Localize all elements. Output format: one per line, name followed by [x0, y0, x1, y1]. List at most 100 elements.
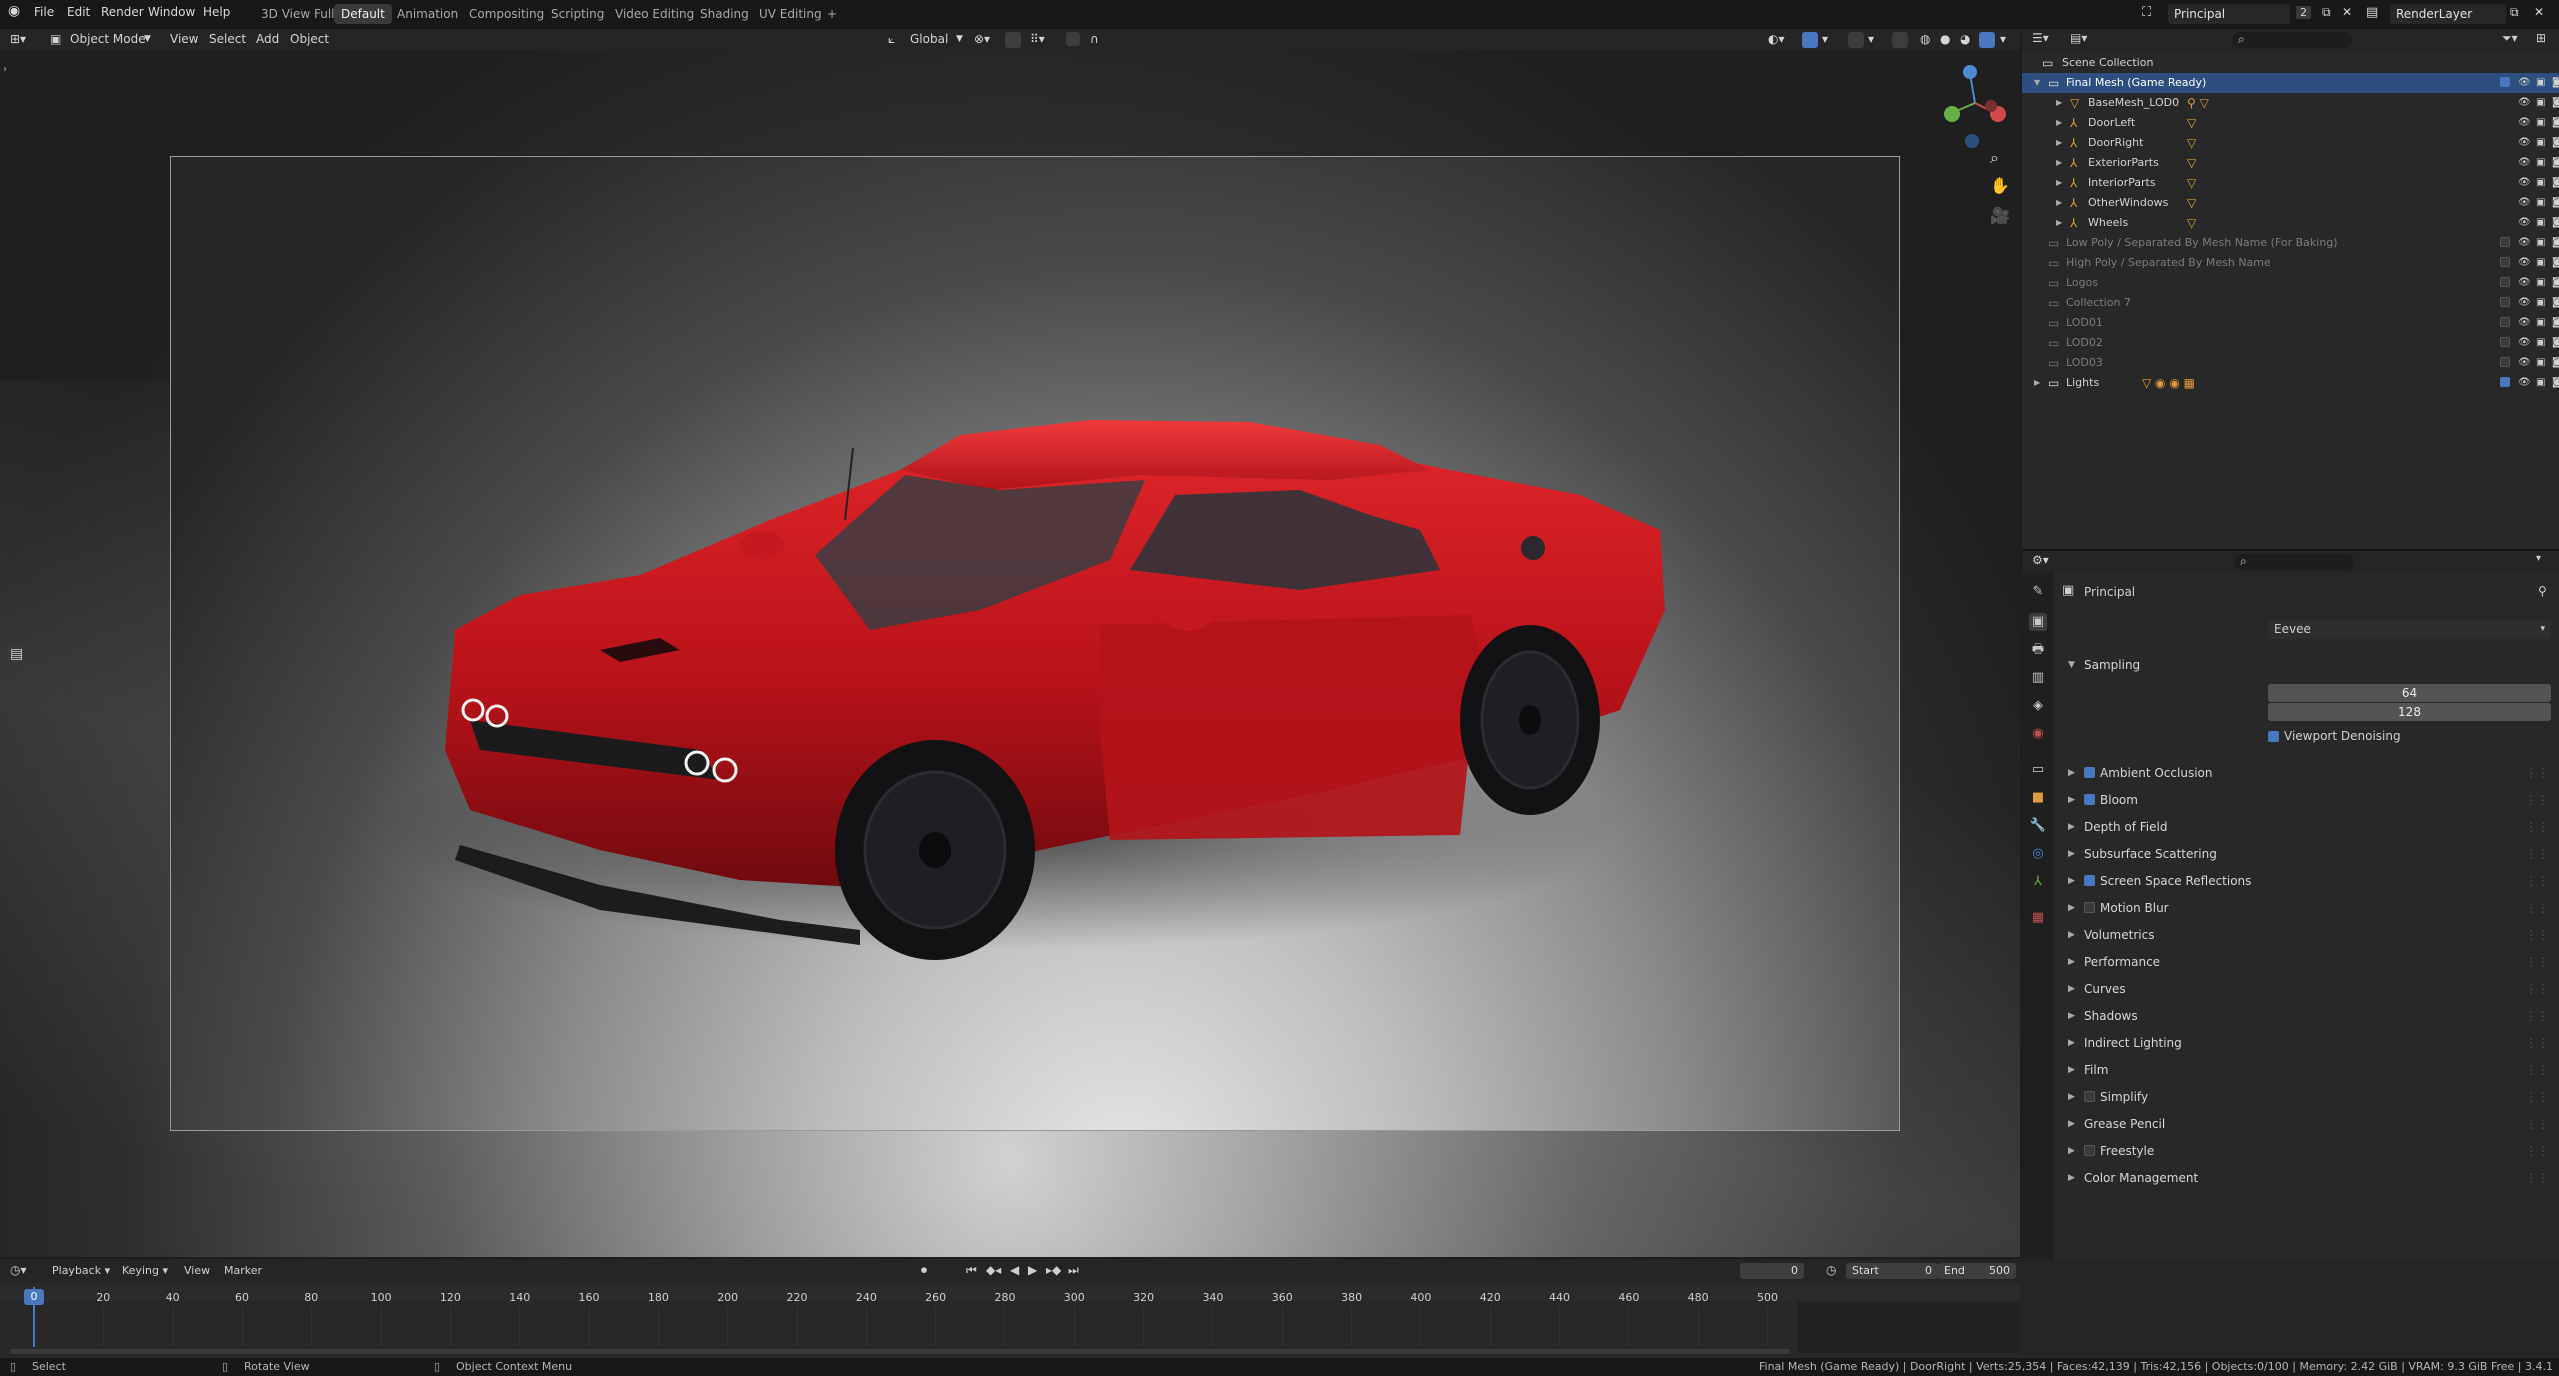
screen-icon[interactable]: ▣ — [2536, 153, 2545, 173]
panel-enable-checkbox[interactable] — [2084, 1091, 2095, 1102]
start-frame-field[interactable]: Start 0 — [1846, 1263, 1938, 1279]
editor-type-icon[interactable]: ⚙▾ — [2032, 553, 2049, 567]
camera-icon[interactable]: ◙ — [2552, 293, 2559, 313]
chevron-down-icon[interactable]: ▾ — [2536, 553, 2541, 564]
outliner-row[interactable]: ▭ LOD03 👁 ▣ ◙ — [2022, 353, 2559, 373]
properties-search-input[interactable]: ⌕ — [2234, 554, 2354, 570]
panel-ambient-occlusion[interactable]: ▶ Ambient Occlusion ⋮⋮ — [2060, 761, 2555, 786]
screen-icon[interactable]: ▣ — [2536, 213, 2545, 233]
panel-shadows[interactable]: ▶ Shadows ⋮⋮ — [2060, 1004, 2555, 1029]
drag-handle-icon[interactable]: ⋮⋮ — [2525, 950, 2549, 974]
rendered-shading-icon[interactable] — [1979, 32, 1995, 48]
orientation-selector[interactable]: Global — [910, 31, 948, 48]
exclude-checkbox[interactable] — [2500, 277, 2510, 287]
eye-icon[interactable]: 👁 — [2518, 213, 2531, 233]
camera-icon[interactable]: ◙ — [2552, 113, 2559, 133]
screen-icon[interactable]: ▣ — [2536, 273, 2545, 293]
panel-sampling[interactable]: ▼ Sampling — [2060, 653, 2555, 677]
drag-handle-icon[interactable]: ⋮⋮ — [2525, 788, 2549, 812]
drag-handle-icon[interactable]: ⋮⋮ — [2525, 869, 2549, 893]
view-layer-field[interactable]: RenderLayer — [2390, 4, 2506, 24]
clock-icon[interactable]: ◷▾ — [10, 1263, 27, 1277]
menu-file[interactable]: File — [34, 5, 54, 19]
drag-handle-icon[interactable]: ⋮⋮ — [2525, 1031, 2549, 1055]
drag-handle-icon[interactable]: ⋮⋮ — [2525, 923, 2549, 947]
tab-shading[interactable]: Shading — [693, 4, 756, 24]
menu-select[interactable]: Select — [209, 31, 246, 48]
exclude-checkbox[interactable] — [2500, 317, 2510, 327]
panel-subsurface-scattering[interactable]: ▶ Subsurface Scattering ⋮⋮ — [2060, 842, 2555, 867]
outliner-row[interactable]: ▭ Low Poly / Separated By Mesh Name (For … — [2022, 233, 2559, 253]
drag-handle-icon[interactable]: ⋮⋮ — [2525, 896, 2549, 920]
clock-icon[interactable]: ◷ — [1826, 1263, 1836, 1277]
visibility-icon[interactable]: ◐▾ — [1768, 31, 1785, 48]
camera-icon[interactable]: ◙ — [2552, 353, 2559, 373]
data-tab-icon[interactable]: ⅄ — [2029, 873, 2047, 891]
tab-default[interactable]: Default — [334, 4, 392, 24]
shading-dropdown-icon[interactable]: ▾ — [2000, 31, 2006, 48]
xray-toggle-icon[interactable] — [1892, 32, 1908, 48]
camera-icon[interactable]: ◙ — [2552, 273, 2559, 293]
editor-type-icon[interactable]: ⊞▾ — [10, 31, 26, 48]
eye-icon[interactable]: 👁 — [2518, 93, 2531, 113]
eye-icon[interactable]: 👁 — [2518, 173, 2531, 193]
eye-icon[interactable]: 👁 — [2518, 293, 2531, 313]
tab-animation[interactable]: Animation — [390, 4, 465, 24]
tab-uv-editing[interactable]: UV Editing — [752, 4, 829, 24]
camera-icon[interactable]: ◙ — [2552, 173, 2559, 193]
exclude-checkbox[interactable] — [2500, 377, 2510, 387]
exclude-checkbox[interactable] — [2500, 77, 2510, 87]
panel-motion-blur[interactable]: ▶ Motion Blur ⋮⋮ — [2060, 896, 2555, 921]
panel-freestyle[interactable]: ▶ Freestyle ⋮⋮ — [2060, 1139, 2555, 1164]
eye-icon[interactable]: 👁 — [2518, 133, 2531, 153]
menu-keying[interactable]: Keying ▾ — [122, 1264, 168, 1277]
eye-icon[interactable]: 👁 — [2518, 313, 2531, 333]
screen-icon[interactable]: ▣ — [2536, 313, 2545, 333]
menu-add[interactable]: Add — [256, 31, 279, 48]
menu-view[interactable]: View — [170, 31, 198, 48]
drag-handle-icon[interactable]: ⋮⋮ — [2525, 1058, 2549, 1082]
expand-right-icon[interactable]: ▶ — [2056, 153, 2062, 173]
eye-icon[interactable]: 👁 — [2518, 113, 2531, 133]
drag-handle-icon[interactable]: ⋮⋮ — [2525, 1166, 2549, 1190]
screen-icon[interactable]: ▣ — [2536, 93, 2545, 113]
expand-right-icon[interactable]: ▶ — [2056, 93, 2062, 113]
delete-view-layer-icon[interactable]: ✕ — [2534, 5, 2544, 19]
menu-playback[interactable]: Playback ▾ — [52, 1264, 110, 1277]
outliner-search-input[interactable]: ⌕ — [2232, 32, 2352, 48]
exclude-checkbox[interactable] — [2500, 257, 2510, 267]
filter-icon[interactable]: ⏷▾ — [2502, 31, 2518, 46]
timeline-scrollbar[interactable] — [10, 1349, 1790, 1354]
material-shading-icon[interactable]: ◕ — [1960, 31, 1970, 48]
next-keyframe-icon[interactable]: ▸◆ — [1046, 1263, 1061, 1277]
drag-handle-icon[interactable]: ⋮⋮ — [2525, 1085, 2549, 1109]
sidebar-toggle-icon[interactable]: ▤ — [8, 646, 26, 662]
panel-simplify[interactable]: ▶ Simplify ⋮⋮ — [2060, 1085, 2555, 1110]
expand-down-icon[interactable]: ▼ — [2034, 73, 2040, 93]
delete-scene-icon[interactable]: ✕ — [2342, 5, 2352, 19]
outliner-scene-collection[interactable]: ▭ Scene Collection — [2022, 53, 2559, 73]
camera-icon[interactable]: ◙ — [2552, 253, 2559, 273]
expand-right-icon[interactable]: ▶ — [2056, 193, 2062, 213]
outliner-row[interactable]: ▭ LOD01 👁 ▣ ◙ — [2022, 313, 2559, 333]
panel-screen-space-reflections[interactable]: ▶ Screen Space Reflections ⋮⋮ — [2060, 869, 2555, 894]
outliner-row[interactable]: ▭ LOD02 👁 ▣ ◙ — [2022, 333, 2559, 353]
prev-keyframe-icon[interactable]: ◆◂ — [986, 1263, 1001, 1277]
menu-view[interactable]: View — [184, 1264, 210, 1277]
panel-volumetrics[interactable]: ▶ Volumetrics ⋮⋮ — [2060, 923, 2555, 948]
menu-window[interactable]: Window — [148, 5, 195, 19]
panel-enable-checkbox[interactable] — [2084, 1145, 2095, 1156]
collection-tab-icon[interactable]: ▭ — [2029, 761, 2047, 779]
object-tab-icon[interactable]: ■ — [2029, 789, 2047, 807]
screen-icon[interactable]: ▣ — [2536, 373, 2545, 393]
pan-hand-icon[interactable]: ✋ — [1990, 176, 2010, 195]
mode-selector[interactable]: Object Mode — [70, 31, 146, 48]
overlay-dropdown-icon[interactable]: ▾ — [1868, 31, 1874, 48]
navigation-gizmo[interactable] — [1940, 58, 2010, 148]
drag-handle-icon[interactable]: ⋮⋮ — [2525, 977, 2549, 1001]
screen-icon[interactable]: ▣ — [2536, 353, 2545, 373]
outliner-row[interactable]: ▶ ⅄ OtherWindows ▽ 👁 ▣ ◙ — [2022, 193, 2559, 213]
tab-3d-view-full[interactable]: 3D View Full — [254, 4, 342, 24]
zoom-icon[interactable]: ⌕ — [1990, 148, 1999, 168]
screen-icon[interactable]: ▣ — [2536, 193, 2545, 213]
